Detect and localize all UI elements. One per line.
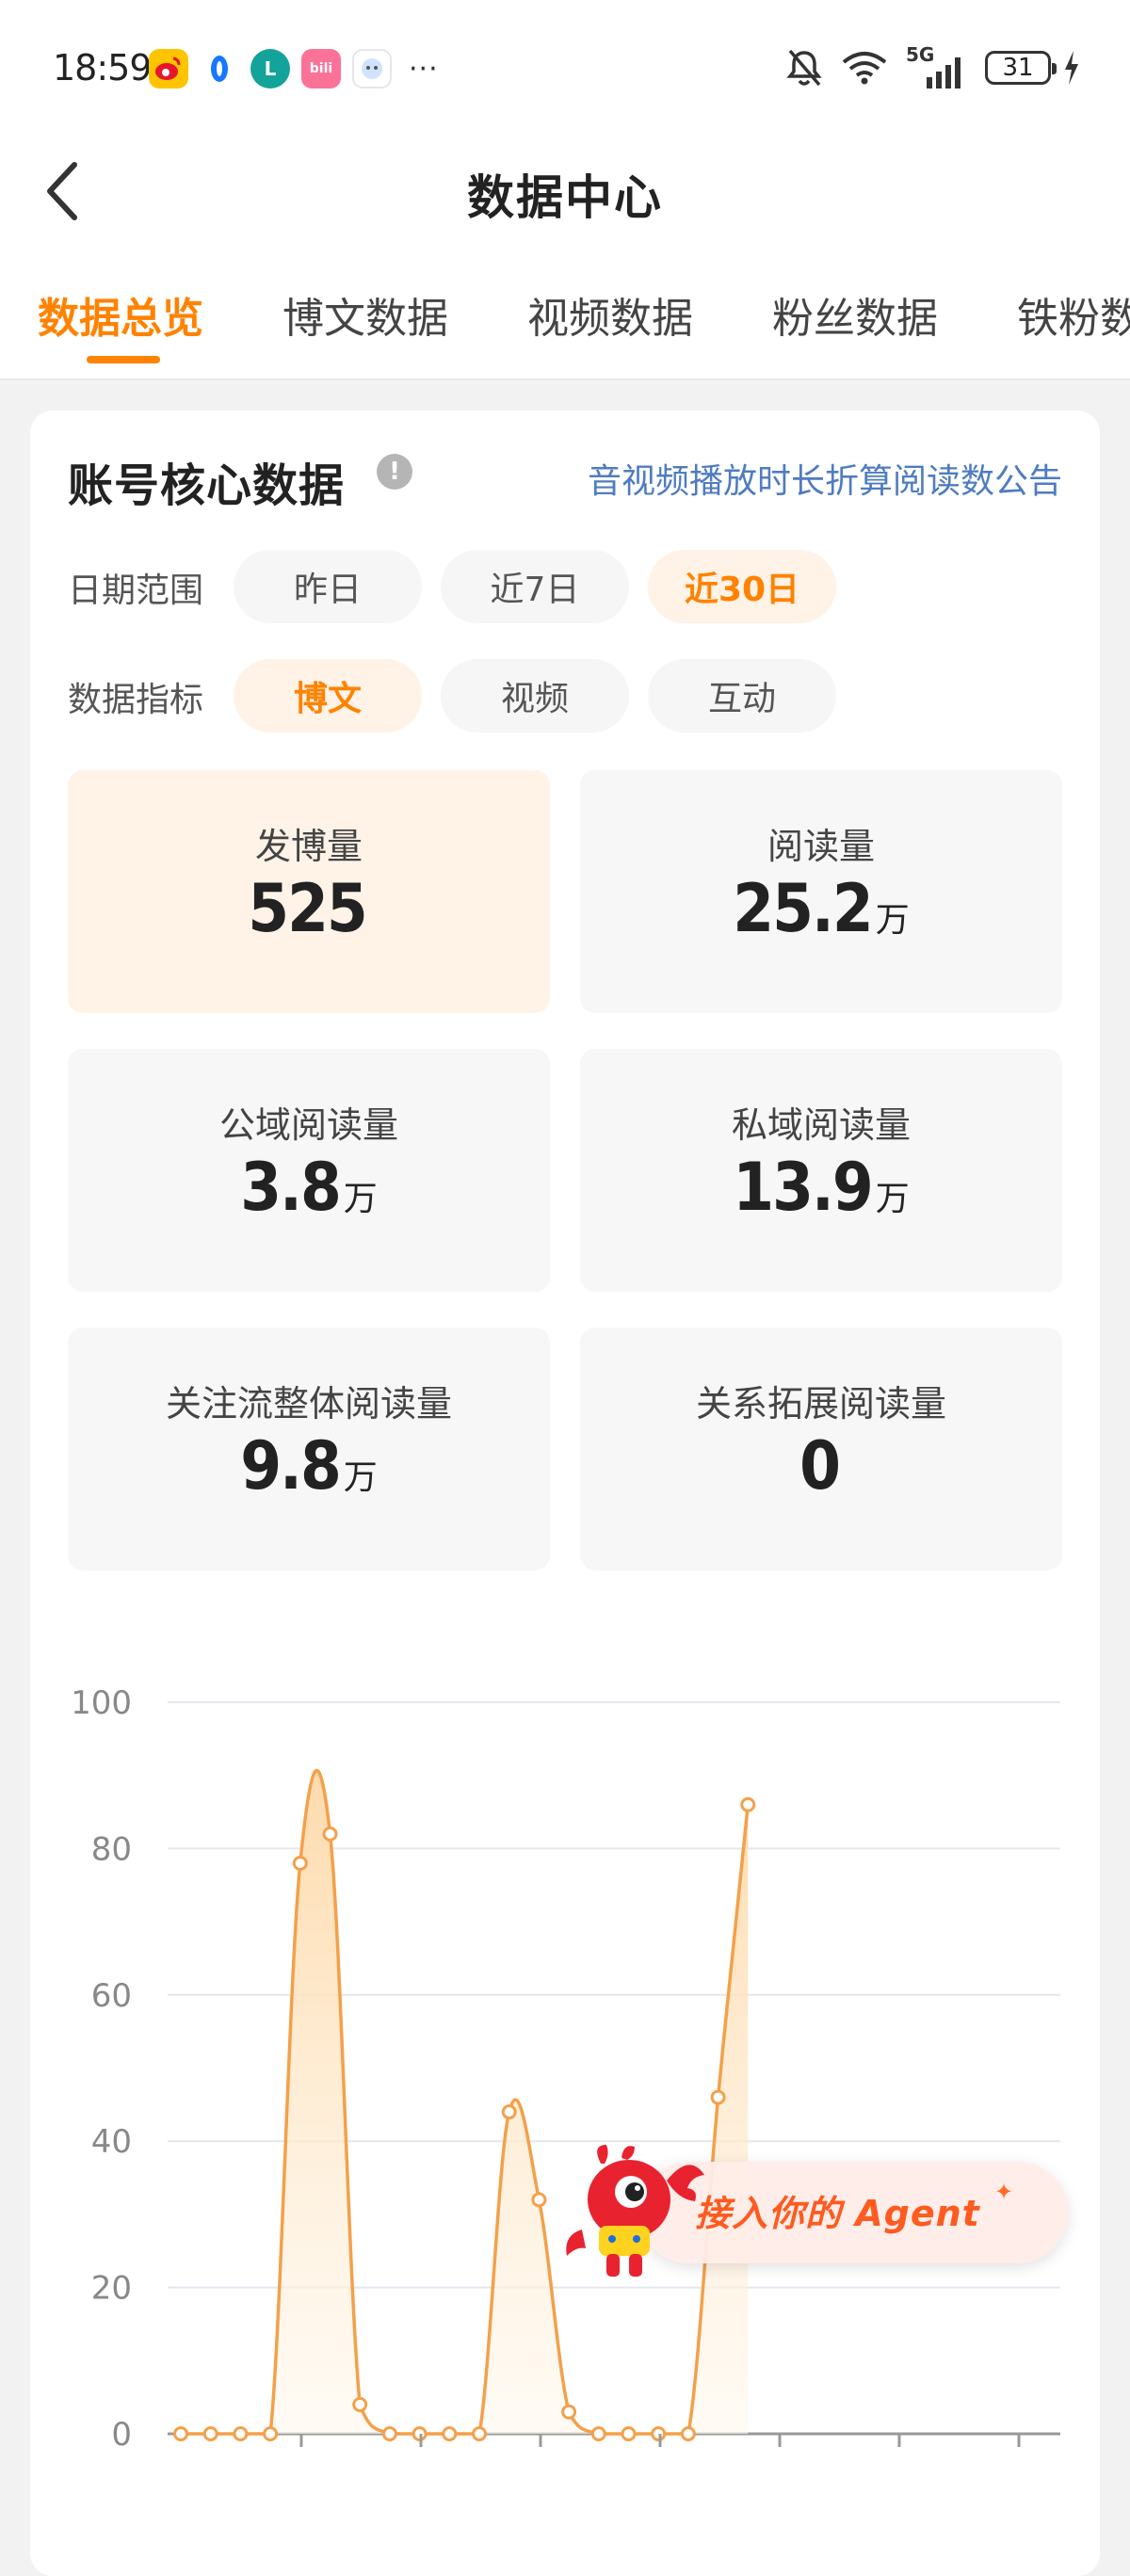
agent-label: 接入你的 Agent xyxy=(695,2193,980,2234)
chart-point[interactable] xyxy=(202,2426,218,2441)
chart-y-axis: 0 20 40 60 80 100 xyxy=(71,1684,132,2454)
chart-point[interactable] xyxy=(322,1826,338,1842)
agent-floating-button[interactable]: 接入你的 Agent ✦ xyxy=(563,2143,1068,2277)
chart-point[interactable] xyxy=(680,2426,696,2441)
chart-x-axis xyxy=(299,2434,1021,2447)
chart-point[interactable] xyxy=(263,2426,279,2441)
chart-point[interactable] xyxy=(651,2426,667,2441)
chart-point[interactable] xyxy=(561,2404,577,2420)
chart-point[interactable] xyxy=(501,2104,517,2120)
chart-point[interactable] xyxy=(173,2426,188,2441)
chart-area-fill xyxy=(181,1770,749,2434)
chart-point[interactable] xyxy=(442,2426,458,2441)
chart-point[interactable] xyxy=(710,2089,726,2105)
chart-point[interactable] xyxy=(621,2426,637,2441)
chart-y-tick-label: 80 xyxy=(91,1830,132,1868)
chart-y-tick-label: 20 xyxy=(91,2270,132,2308)
chart-point[interactable] xyxy=(740,1796,756,1812)
chart-point[interactable] xyxy=(352,2396,368,2412)
chart-point[interactable] xyxy=(590,2426,606,2441)
lobster-mascot-icon xyxy=(566,2145,704,2277)
chart-point[interactable] xyxy=(531,2192,547,2208)
chart-point[interactable] xyxy=(472,2426,487,2441)
chart-point[interactable] xyxy=(233,2426,249,2441)
chart-y-tick-label: 100 xyxy=(71,1684,132,1722)
chart-y-tick-label: 0 xyxy=(111,2416,132,2454)
chart-y-tick-label: 40 xyxy=(91,2123,132,2161)
reads-trend-chart: 0 20 40 60 80 100 xyxy=(71,1684,1060,2454)
chart-points xyxy=(173,1796,756,2441)
chart-series-line xyxy=(180,1768,751,2436)
chart-point[interactable] xyxy=(292,1855,308,1871)
sparkle-icon: ✦ xyxy=(994,2179,1014,2205)
chart-y-tick-label: 60 xyxy=(91,1977,132,2015)
chart-point[interactable] xyxy=(381,2426,397,2441)
